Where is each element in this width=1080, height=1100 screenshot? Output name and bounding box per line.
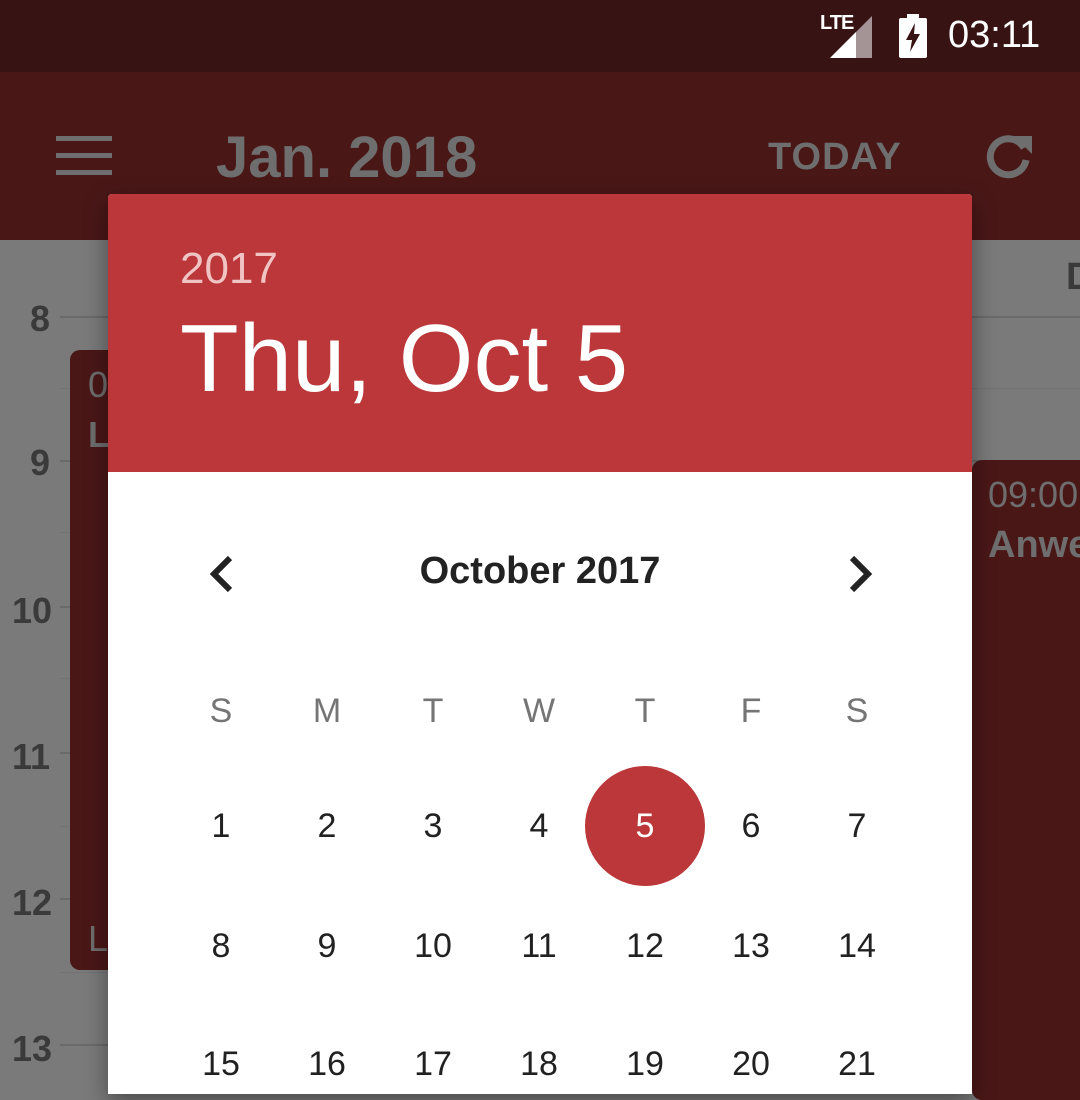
event-time: 09:00 [988,474,1079,515]
weekday-label: W [522,692,556,730]
day-cell-selected[interactable]: 5 [585,766,705,886]
battery-charging-icon [899,14,927,58]
day-number: 4 [529,807,549,845]
day-cell[interactable]: 19 [592,1004,698,1094]
weekday-label: S [845,692,869,730]
day-cell[interactable]: 16 [274,1004,380,1094]
day-number: 10 [414,927,452,965]
day-number: 21 [838,1045,876,1083]
day-number: 2 [317,807,337,845]
day-number: 11 [521,927,557,965]
day-cell[interactable]: 12 [592,886,698,1006]
day-cell[interactable]: 8 [168,886,274,1006]
event-title: Anwe [988,524,1080,566]
day-cell[interactable]: 15 [168,1004,274,1094]
day-cell[interactable]: 13 [698,886,804,1006]
day-cell[interactable]: 20 [698,1004,804,1094]
day-number: 19 [626,1045,664,1083]
day-cell[interactable]: 2 [274,766,380,886]
menu-icon[interactable] [56,136,112,178]
event-title: L [88,414,110,455]
hour-label: 12 [12,882,53,923]
network-type: LTE [820,12,854,34]
weekday-label: S [209,692,233,730]
date-picker-header: 2017 Thu, Oct 5 [108,194,972,472]
date-picker-dialog: 2017 Thu, Oct 5 October 2017 S M T W T F… [108,194,972,1094]
day-number: 5 [635,807,655,845]
refresh-icon[interactable] [980,128,1036,184]
status-bar: LTE 03:11 [0,0,1080,72]
day-number: 12 [626,927,664,965]
chevron-right-icon[interactable] [840,550,880,598]
day-cell[interactable]: 10 [380,886,486,1006]
header-year[interactable]: 2017 [180,244,278,294]
day-number: 18 [520,1045,558,1083]
weekday-label: M [312,692,342,730]
day-cell[interactable]: 3 [380,766,486,886]
day-cell[interactable]: 21 [804,1004,910,1094]
day-number: 20 [732,1045,770,1083]
hour-label: 10 [12,590,53,631]
day-number: 7 [847,807,867,845]
hour-label: 11 [12,736,51,777]
day-cell[interactable]: 1 [168,766,274,886]
day-cell[interactable]: 17 [380,1004,486,1094]
day-cell[interactable]: 11 [486,886,592,1006]
day-number: 13 [732,927,770,965]
hour-label: 9 [30,442,51,483]
day-cell[interactable]: 18 [486,1004,592,1094]
day-number: 16 [308,1045,346,1083]
day-number: 15 [202,1045,240,1083]
header-selected-date[interactable]: Thu, Oct 5 [180,304,628,414]
day-column-header: D [1066,256,1080,298]
day-cell[interactable]: 4 [486,766,592,886]
event-card[interactable]: 09:00 Anwe [972,460,1080,1100]
day-number: 17 [414,1045,452,1083]
today-button[interactable]: TODAY [768,136,902,179]
day-number: 6 [741,807,761,845]
event-location: L [88,918,109,959]
hour-label: 8 [30,298,51,339]
day-cell[interactable]: 7 [804,766,910,886]
weekday-label: T [422,692,444,730]
day-number: 9 [317,927,337,965]
event-time: 0 [88,364,109,405]
day-number: 8 [211,927,231,965]
day-number: 3 [423,807,443,845]
day-cell[interactable]: 14 [804,886,910,1006]
day-cell[interactable]: 9 [274,886,380,1006]
day-number: 14 [838,927,876,965]
hour-label: 13 [12,1028,53,1069]
app-bar-title[interactable]: Jan. 2018 [216,124,477,191]
weekday-label: T [634,692,656,730]
status-time: 03:11 [948,14,1041,56]
weekday-label: F [740,692,762,730]
day-number: 1 [211,807,231,845]
day-cell[interactable]: 6 [698,766,804,886]
